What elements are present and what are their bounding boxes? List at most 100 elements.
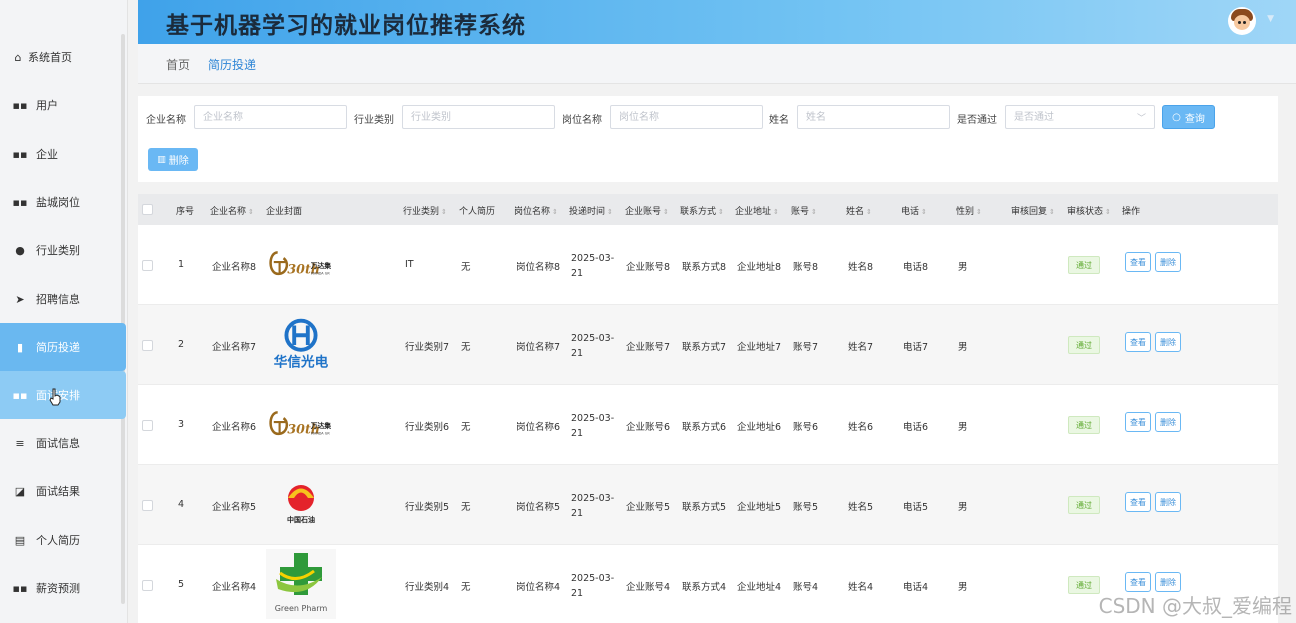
grid-icon: ▪▪ [12,388,28,402]
sidebar-item-company[interactable]: ▪▪ 企业 [0,130,126,178]
delete-button[interactable]: 删除 [1155,252,1181,272]
cell-gender: 男 [958,262,968,273]
search-panel: 企业名称 行业类别 岗位名称 姓名 是否通过 ﹀ ○查询 ▥删除 [138,96,1278,182]
sidebar-item-industry[interactable]: ● 行业类别 [0,226,126,274]
header-gender[interactable]: 性别 ⇕ [956,204,982,217]
cell-account: 企业账号7 [626,342,671,353]
home-icon: ⌂ [14,50,22,64]
wanda-name: 万达集 [310,421,332,430]
header-name[interactable]: 姓名 ⇕ [846,204,872,217]
query-button[interactable]: ○ 查询 [1162,105,1215,129]
header-contact[interactable]: 联系方式 ⇕ [680,204,724,217]
sidebar-item-interview-result[interactable]: ◪ 面试结果 [0,467,126,515]
sidebar-item-label: 薪资预测 [36,582,80,595]
name-filter-label: 姓名 [769,115,789,126]
cell-address: 企业地址7 [737,342,782,353]
cell-industry: IT [405,259,414,270]
cell-resume: 无 [461,422,471,433]
cell-user: 账号6 [793,422,819,433]
header-phone[interactable]: 电话 ⇕ [901,204,927,217]
position-search-input[interactable] [610,105,763,129]
view-button[interactable]: 查看 [1125,492,1151,512]
cell-time: 2025-03-21 [571,573,615,599]
cell-gender: 男 [958,342,968,353]
chevron-down-icon[interactable]: ▼ [1267,14,1274,24]
row-checkbox[interactable] [142,500,153,511]
table-row: 3 企业名称6 30th 万达集 WANDA GR 行业类别6 无 岗位名称6 … [138,385,1278,465]
select-all-checkbox[interactable] [142,204,153,215]
wanda-logo: 30th 万达集 WANDA GR [269,411,332,437]
sidebar-item-resume[interactable]: ▤ 个人简历 [0,516,126,564]
cell-industry: 行业类别4 [405,582,450,593]
breadcrumb-current[interactable]: 简历投递 [208,56,256,73]
grid-icon: ▪▪ [12,581,28,595]
wanda-logo: 30th 万达集 WANDA GR [269,251,331,277]
row-checkbox[interactable] [142,260,153,271]
delete-button[interactable]: 删除 [1155,492,1181,512]
cell-user: 账号7 [793,342,819,353]
header-account[interactable]: 企业账号 ⇕ [625,204,669,217]
cell-position: 岗位名称8 [516,262,561,273]
cell-position: 岗位名称6 [516,422,561,433]
delete-button[interactable]: 删除 [1155,412,1181,432]
cell-account: 企业账号8 [626,262,671,273]
company-search-input[interactable] [194,105,347,129]
status-badge: 通过 [1068,496,1100,514]
status-badge: 通过 [1068,256,1100,274]
cell-company-cover: 中国石油 [266,469,336,539]
sidebar-item-interview-info[interactable]: ≡ 面试信息 [0,419,126,467]
greenpharm-name: Green Pharm [275,604,328,613]
cell-name: 姓名5 [848,502,874,513]
sidebar-item-home[interactable]: ⌂ 系统首页 [0,33,126,81]
huaxin-logo: 华信光电 [274,318,329,370]
sidebar-item-resume-delivery[interactable]: ▮ 简历投递 [0,323,126,371]
view-button[interactable]: 查看 [1125,412,1151,432]
avatar[interactable] [1228,7,1256,35]
top-header: 基于机器学习的就业岗位推荐系统 ▼ [138,0,1296,44]
petrochina-logo: 中国石油 [287,485,315,524]
row-checkbox[interactable] [142,580,153,591]
cell-resume: 无 [461,502,471,513]
batch-delete-button[interactable]: ▥ 删除 [148,148,198,171]
header-position[interactable]: 岗位名称 ⇕ [514,204,558,217]
industry-search-input[interactable] [402,105,555,129]
delete-button[interactable]: 删除 [1155,572,1181,592]
sidebar-item-users[interactable]: ▪▪ 用户 [0,81,126,129]
sliders-icon: ≡ [15,436,25,450]
search-icon: ○ [1172,111,1181,123]
company-filter-label: 企业名称 [146,115,186,126]
breadcrumb-home[interactable]: 首页 [166,56,190,73]
delete-button[interactable]: 删除 [1155,332,1181,352]
view-button[interactable]: 查看 [1125,572,1151,592]
sidebar-item-salary[interactable]: ▪▪ 薪资预测 [0,564,126,612]
view-button[interactable]: 查看 [1125,252,1151,272]
header-user[interactable]: 账号 ⇕ [791,204,817,217]
cell-account: 企业账号5 [626,502,671,513]
row-checkbox[interactable] [142,340,153,351]
grid-icon: ▪▪ [12,195,28,209]
table-row: 4 企业名称5 中国石油 行业类别5 无 岗位名称5 2025-03-21 企业… [138,465,1278,545]
header-time[interactable]: 投递时间 ⇕ [569,204,613,217]
header-reply[interactable]: 审核回复 ⇕ [1011,204,1055,217]
clipboard-icon: ▤ [14,533,26,547]
row-checkbox[interactable] [142,420,153,431]
cell-gender: 男 [958,582,968,593]
sidebar-item-interview-schedule[interactable]: ▪▪面试安排 [0,371,126,419]
sidebar-item-label: 用户 [36,99,58,112]
header-address[interactable]: 企业地址 ⇕ [735,204,779,217]
view-button[interactable]: 查看 [1125,332,1151,352]
sidebar-item-label: 个人简历 [36,534,80,547]
header-company[interactable]: 企业名称 ⇕ [210,204,254,217]
cell-time: 2025-03-21 [571,493,615,519]
sidebar-item-jobs[interactable]: ▪▪ 盐城岗位 [0,178,126,226]
cell-phone: 电话8 [903,262,929,273]
industry-filter-label: 行业类别 [354,115,394,126]
passed-select[interactable] [1005,105,1155,129]
name-search-input[interactable] [797,105,950,129]
wanda-sub: WANDA GR [311,432,331,436]
status-badge: 通过 [1068,336,1100,354]
header-status[interactable]: 审核状态 ⇕ [1067,204,1111,217]
cell-company: 企业名称7 [212,342,257,353]
sidebar-item-recruitment[interactable]: ➤ 招聘信息 [0,275,126,323]
header-industry[interactable]: 行业类别 ⇕ [403,204,447,217]
